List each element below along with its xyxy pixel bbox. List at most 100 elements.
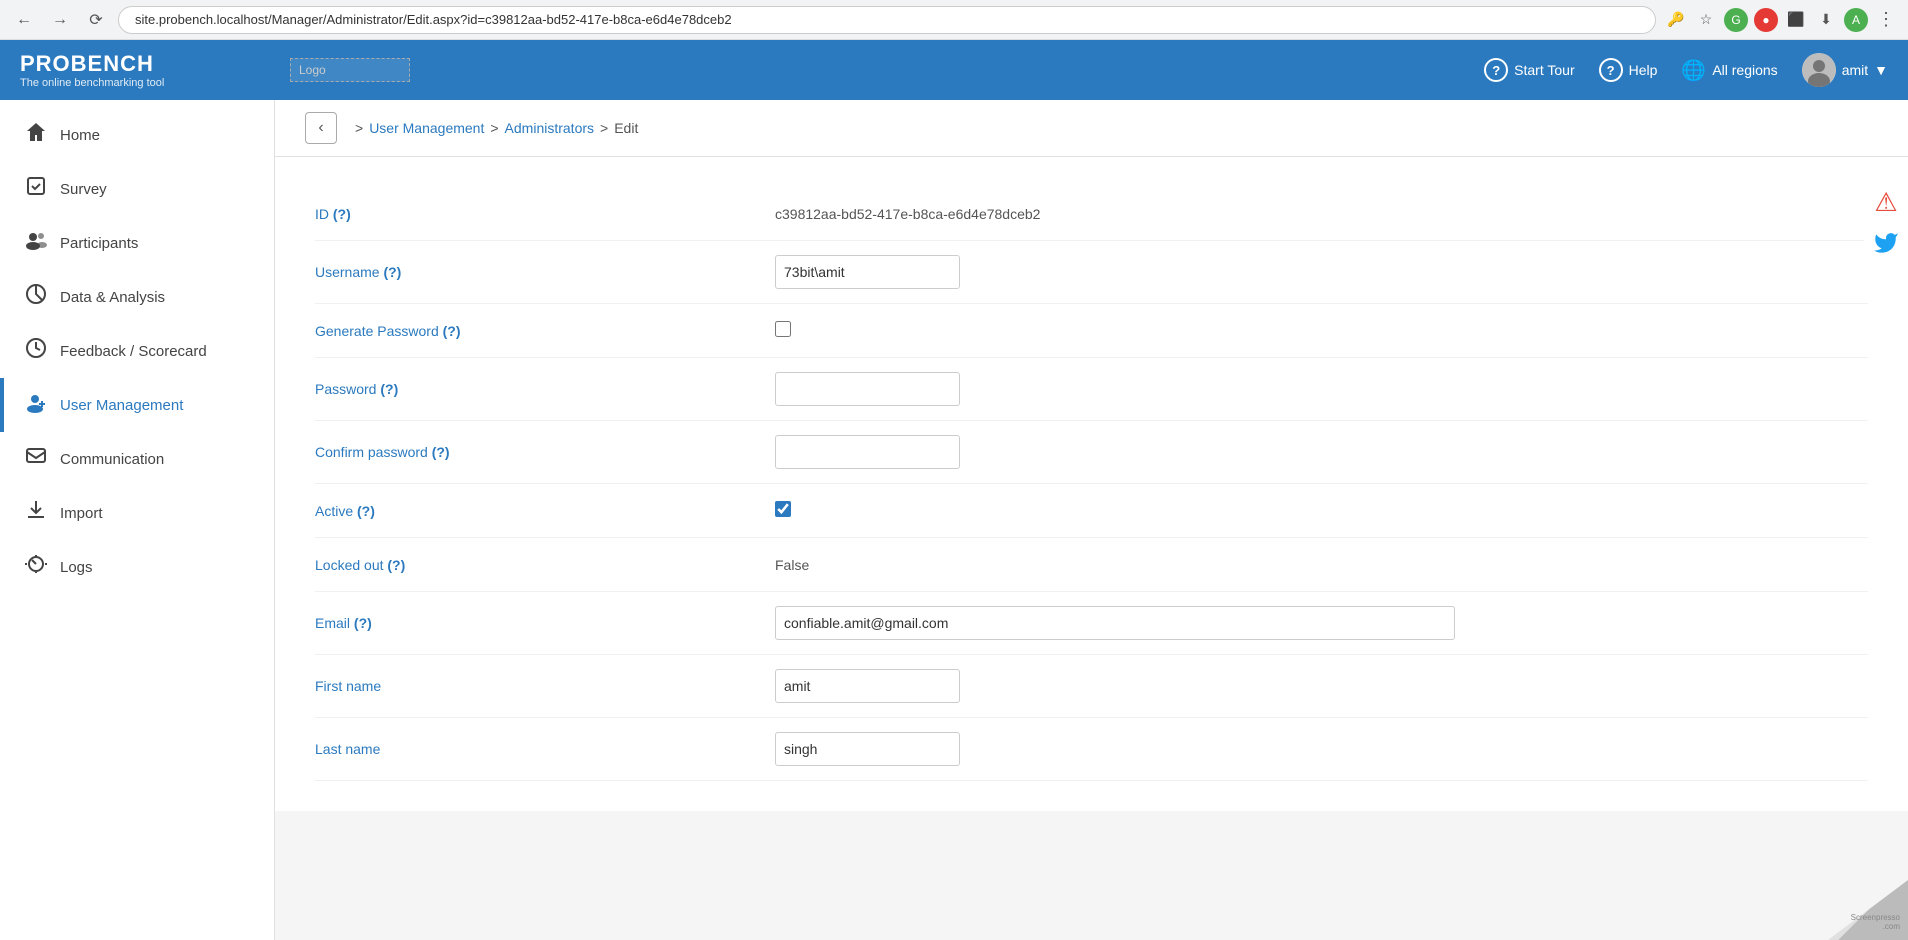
label-username: Username (?) [315,264,775,280]
sidebar: Home Survey Participants Data & Analysis… [0,100,275,940]
help-username[interactable]: (?) [383,264,401,280]
page-curl: Screenpresso.com [1828,880,1908,940]
help-confirm-password[interactable]: (?) [432,444,450,460]
app-body: Home Survey Participants Data & Analysis… [0,100,1908,940]
twitter-icon [1873,230,1899,263]
sidebar-item-participants[interactable]: Participants [0,216,274,270]
twitter-icon-button[interactable] [1864,224,1908,268]
label-active: Active (?) [315,503,775,519]
label-id: ID (?) [315,206,775,222]
bookmark-icon[interactable]: ☆ [1694,8,1718,32]
form-row-id: ID (?) c39812aa-bd52-417e-b8ca-e6d4e78dc… [315,187,1868,241]
logo-area: Logo [290,58,410,82]
sidebar-item-user-management[interactable]: User Management [0,378,274,432]
back-button[interactable]: ‹ [305,112,337,144]
globe-icon: 🌐 [1681,58,1706,83]
sidebar-label-import: Import [60,505,103,522]
help-email[interactable]: (?) [354,615,372,631]
breadcrumb-sep-1: > [490,120,498,136]
brand-area: PROBENCH The online benchmarking tool [20,51,290,89]
home-icon [24,121,48,149]
help-id[interactable]: (?) [333,206,351,222]
password-input[interactable] [775,372,960,406]
breadcrumb-bar: ‹ > User Management > Administrators > E… [275,100,1908,157]
help-active[interactable]: (?) [357,503,375,519]
form-container: ID (?) c39812aa-bd52-417e-b8ca-e6d4e78dc… [275,157,1908,811]
label-locked-out: Locked out (?) [315,557,775,573]
form-row-email: Email (?) [315,592,1868,655]
help-locked-out[interactable]: (?) [387,557,405,573]
active-checkbox[interactable] [775,501,791,517]
start-tour-button[interactable]: ? Start Tour [1484,58,1574,82]
last-name-input[interactable] [775,732,960,766]
form-row-active: Active (?) [315,484,1868,538]
email-input[interactable] [775,606,1455,640]
sidebar-item-data-analysis[interactable]: Data & Analysis [0,270,274,324]
import-icon [24,499,48,527]
reload-nav-button[interactable]: ⟳ [82,6,110,34]
back-nav-button[interactable]: ← [10,6,38,34]
locked-out-text: False [775,557,809,573]
sidebar-item-feedback-scorecard[interactable]: Feedback / Scorecard [0,324,274,378]
user-name: amit [1842,62,1868,78]
all-regions-button[interactable]: 🌐 All regions [1681,58,1777,83]
logs-icon [24,553,48,581]
extension-icon2[interactable]: ● [1754,8,1778,32]
form-row-username: Username (?) [315,241,1868,304]
help-label: Help [1629,62,1658,78]
extension-icon1[interactable]: G [1724,8,1748,32]
help-generate-password[interactable]: (?) [443,323,461,339]
label-password: Password (?) [315,381,775,397]
breadcrumb-administrators[interactable]: Administrators [505,120,594,136]
breadcrumb-sep-2: > [600,120,608,136]
value-id: c39812aa-bd52-417e-b8ca-e6d4e78dceb2 [775,206,1868,222]
alert-icon-button[interactable]: ⚠ [1864,180,1908,224]
confirm-password-input[interactable] [775,435,960,469]
address-bar[interactable] [118,6,1656,34]
breadcrumb-user-management[interactable]: User Management [369,120,484,136]
sidebar-item-logs[interactable]: Logs [0,540,274,594]
help-password[interactable]: (?) [380,381,398,397]
sidebar-item-home[interactable]: Home [0,108,274,162]
value-email [775,606,1868,640]
id-value-text: c39812aa-bd52-417e-b8ca-e6d4e78dceb2 [775,206,1040,222]
label-last-name: Last name [315,741,775,757]
form-row-password: Password (?) [315,358,1868,421]
extension-icon3[interactable]: ⬛ [1784,8,1808,32]
right-icons: ⚠ [1864,180,1908,268]
communication-icon [24,445,48,473]
sidebar-label-data-analysis: Data & Analysis [60,289,165,306]
sidebar-label-participants: Participants [60,235,138,252]
brand-title: PROBENCH [20,51,290,77]
help-button[interactable]: ? Help [1599,58,1658,82]
browser-icon-group: 🔑 ☆ G ● ⬛ ⬇ A ⋮ [1664,8,1898,32]
sidebar-label-user-management: User Management [60,397,183,414]
forward-nav-button[interactable]: → [46,6,74,34]
key-icon[interactable]: 🔑 [1664,8,1688,32]
generate-password-checkbox[interactable] [775,321,791,337]
form-row-first-name: First name [315,655,1868,718]
profile-icon[interactable]: A [1844,8,1868,32]
first-name-input[interactable] [775,669,960,703]
participants-icon [24,229,48,257]
user-menu[interactable]: amit ▼ [1802,53,1888,87]
sidebar-item-communication[interactable]: Communication [0,432,274,486]
app-header: PROBENCH The online benchmarking tool Lo… [0,40,1908,100]
all-regions-label: All regions [1712,62,1777,78]
browser-bar: ← → ⟳ 🔑 ☆ G ● ⬛ ⬇ A ⋮ [0,0,1908,40]
menu-icon[interactable]: ⋮ [1874,8,1898,32]
avatar [1802,53,1836,87]
label-email: Email (?) [315,615,775,631]
sidebar-label-home: Home [60,127,100,144]
sidebar-item-survey[interactable]: Survey [0,162,274,216]
label-first-name: First name [315,678,775,694]
help-icon: ? [1599,58,1623,82]
form-row-generate-password: Generate Password (?) [315,304,1868,358]
value-last-name [775,732,1868,766]
value-username [775,255,1868,289]
alert-icon: ⚠ [1874,187,1897,218]
value-confirm-password [775,435,1868,469]
sidebar-item-import[interactable]: Import [0,486,274,540]
download-icon[interactable]: ⬇ [1814,8,1838,32]
username-input[interactable] [775,255,960,289]
